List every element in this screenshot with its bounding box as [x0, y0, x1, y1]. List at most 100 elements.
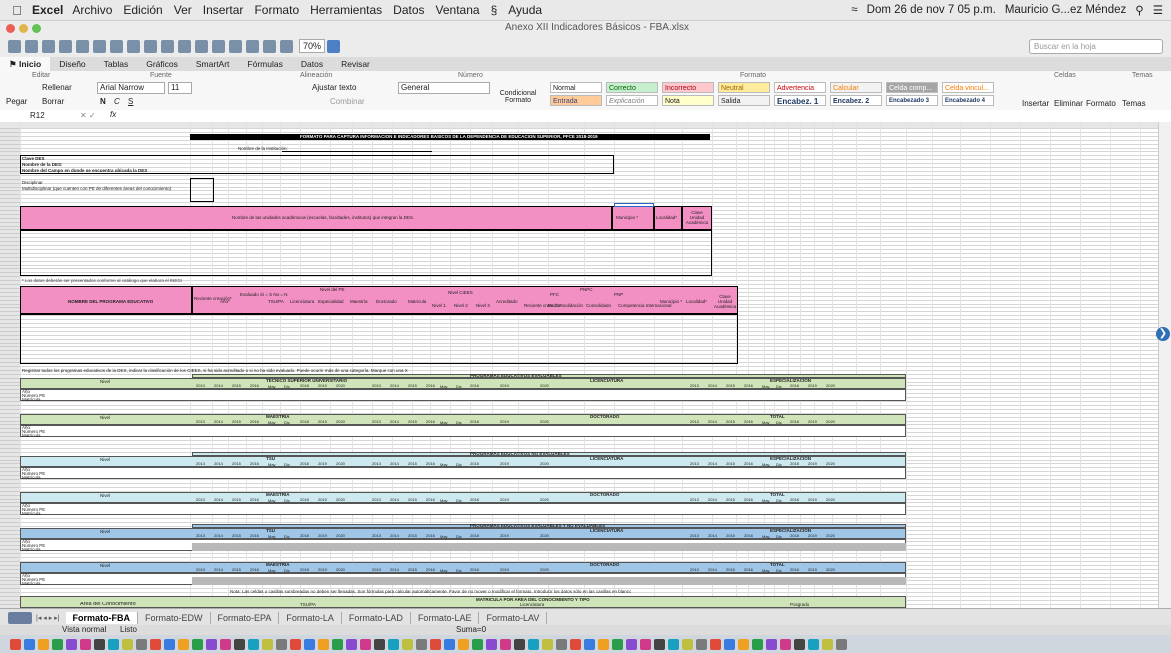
dock-app-icon[interactable] [24, 638, 35, 650]
user-name[interactable]: Mauricio G...ez Méndez [1005, 4, 1126, 16]
dock-app-icon[interactable] [556, 638, 567, 650]
dock-app-icon[interactable] [542, 638, 553, 650]
chart-icon[interactable] [280, 39, 293, 53]
tab-datos[interactable]: Datos [292, 57, 332, 71]
save-icon[interactable] [59, 39, 72, 53]
autosum-icon[interactable] [195, 39, 208, 53]
close-window-icon[interactable] [6, 24, 15, 33]
tab-tablas[interactable]: Tablas [95, 57, 138, 71]
new-icon[interactable] [8, 39, 21, 53]
style-advertencia[interactable]: Advertencia [774, 82, 826, 93]
style-normal[interactable]: Normal [550, 82, 602, 93]
gallery-icon[interactable] [246, 39, 259, 53]
dock-app-icon[interactable] [290, 638, 301, 650]
font-name-select[interactable]: Arial Narrow [97, 82, 165, 94]
search-sheet-input[interactable]: Buscar en la hoja [1029, 38, 1163, 54]
minimize-window-icon[interactable] [19, 24, 28, 33]
menu-herramientas[interactable]: Herramientas [310, 3, 382, 17]
style-celda-vincul[interactable]: Celda vincul... [942, 82, 994, 93]
filter-icon[interactable] [229, 39, 242, 53]
dock-app-icon[interactable] [360, 638, 371, 650]
conditional-format-button[interactable]: Condicional Formato [498, 90, 538, 104]
style-encabezado-4[interactable]: Encabezado 4 [942, 95, 994, 106]
sheet-tab-formato-lad[interactable]: Formato-LAD [342, 611, 411, 624]
menu-ayuda[interactable]: Ayuda [508, 3, 542, 17]
style-explicacion[interactable]: Explicación [606, 95, 658, 106]
dock-app-icon[interactable] [262, 638, 273, 650]
sheet-tab-formato-epa[interactable]: Formato-EPA [211, 611, 280, 624]
dock-app-icon[interactable] [304, 638, 315, 650]
wrap-text-button[interactable]: Ajustar texto [312, 83, 356, 92]
dock-app-icon[interactable] [332, 638, 343, 650]
menu-datos[interactable]: Datos [393, 3, 424, 17]
dock-app-icon[interactable] [808, 638, 819, 650]
toolbox-icon[interactable] [263, 39, 276, 53]
side-panel-toggle-icon[interactable]: ❯ [1156, 327, 1170, 341]
name-box[interactable]: R12 [30, 111, 45, 120]
dock-app-icon[interactable] [836, 638, 847, 650]
dock-app-icon[interactable] [738, 638, 749, 650]
formula-input[interactable] [128, 110, 1158, 121]
dock-app-icon[interactable] [206, 638, 217, 650]
dock-app-icon[interactable] [724, 638, 735, 650]
dock-app-icon[interactable] [108, 638, 119, 650]
tab-graficos[interactable]: Gráficos [137, 57, 187, 71]
dock-app-icon[interactable] [500, 638, 511, 650]
dock-app-icon[interactable] [374, 638, 385, 650]
tab-revisar[interactable]: Revisar [332, 57, 379, 71]
dock-app-icon[interactable] [472, 638, 483, 650]
style-encabez-2[interactable]: Encabez. 2 [830, 95, 882, 106]
dock-app-icon[interactable] [80, 638, 91, 650]
apple-icon[interactable]:  [8, 3, 26, 18]
dock-app-icon[interactable] [150, 638, 161, 650]
dock-app-icon[interactable] [570, 638, 581, 650]
selected-cell[interactable] [614, 203, 654, 207]
dock-app-icon[interactable] [430, 638, 441, 650]
dock-app-icon[interactable] [696, 638, 707, 650]
dock-app-icon[interactable] [178, 638, 189, 650]
dock-app-icon[interactable] [584, 638, 595, 650]
view-mode-label[interactable]: Vista normal [62, 625, 106, 634]
delete-cells-button[interactable]: Eliminar [1054, 99, 1083, 108]
dock-app-icon[interactable] [528, 638, 539, 650]
dock-app-icon[interactable] [766, 638, 777, 650]
style-nota[interactable]: Nota [662, 95, 714, 106]
menu-edicion[interactable]: Edición [123, 3, 162, 17]
dock-app-icon[interactable] [710, 638, 721, 650]
paste-button[interactable]: Pegar [6, 97, 27, 106]
style-encabez-1[interactable]: Encabez. 1 [774, 95, 826, 106]
view-toggle-icon[interactable] [8, 611, 32, 624]
dock-app-icon[interactable] [52, 638, 63, 650]
tab-nav-arrows-icon[interactable]: |◂ ◂ ▸ ▸| [36, 614, 60, 622]
dock-app-icon[interactable] [94, 638, 105, 650]
zoom-window-icon[interactable] [32, 24, 41, 33]
fx-icon[interactable]: fx [110, 110, 116, 119]
menu-app-name[interactable]: Excel [32, 3, 63, 17]
dock-app-icon[interactable] [318, 638, 329, 650]
menu-archivo[interactable]: Archivo [72, 3, 112, 17]
style-correcto[interactable]: Correcto [606, 82, 658, 93]
vertical-scrollbar[interactable] [1158, 122, 1171, 608]
style-calcular[interactable]: Calcular [830, 82, 882, 93]
menu-ver[interactable]: Ver [174, 3, 192, 17]
open-icon[interactable] [42, 39, 55, 53]
dock-app-icon[interactable] [346, 638, 357, 650]
dock-app-icon[interactable] [276, 638, 287, 650]
dock-app-icon[interactable] [136, 638, 147, 650]
sum-indicator[interactable]: Suma=0 [456, 625, 486, 634]
dock-app-icon[interactable] [10, 638, 21, 650]
style-celda-comp[interactable]: Celda comp... [886, 82, 938, 93]
dock-app-icon[interactable] [822, 638, 833, 650]
dock-app-icon[interactable] [164, 638, 175, 650]
dock-app-icon[interactable] [612, 638, 623, 650]
menu-ventana[interactable]: Ventana [436, 3, 480, 17]
sheet-tab-formato-lav[interactable]: Formato-LAV [479, 611, 548, 624]
paste-icon[interactable] [127, 39, 140, 53]
dock-app-icon[interactable] [192, 638, 203, 650]
underline-button[interactable]: S [128, 97, 133, 106]
print-icon[interactable] [76, 39, 89, 53]
notifications-icon[interactable]: ☰ [1153, 3, 1163, 17]
sheet-tab-formato-lae[interactable]: Formato-LAE [411, 611, 480, 624]
spreadsheet-grid[interactable]: FORMATO PARA CAPTURA INFORMACION E INDIC… [0, 122, 1158, 608]
tab-inicio[interactable]: ⚑ Inicio [0, 57, 51, 71]
